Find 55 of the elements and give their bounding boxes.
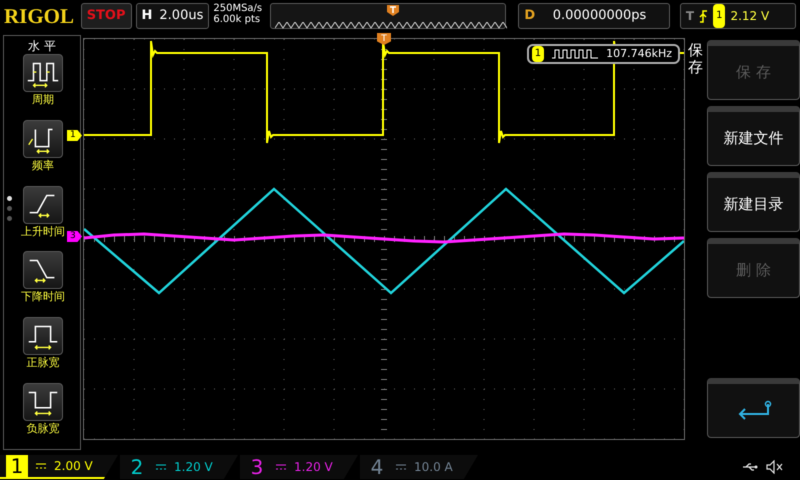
- dc-coupling-icon: [396, 464, 406, 470]
- measure-button[interactable]: [23, 120, 63, 158]
- channel-number: 2: [130, 456, 144, 478]
- channel-scale: 1.20 V: [174, 459, 213, 476]
- usb-icon: [742, 462, 758, 472]
- measure-button[interactable]: [23, 186, 63, 224]
- channel-marker[interactable]: 3: [67, 231, 82, 242]
- dc-coupling-icon: [276, 464, 286, 470]
- measure-button[interactable]: [23, 383, 63, 422]
- menu-label: 上升时间: [21, 224, 65, 240]
- channel-number: 1: [6, 455, 28, 477]
- channel-number: 3: [250, 456, 264, 478]
- trigger-level: 2.12 V: [730, 8, 770, 25]
- channel-tab[interactable]: 2 1.20 V: [120, 455, 238, 479]
- trigger-source-badge: 1: [713, 4, 726, 28]
- menu-label: 频率: [32, 158, 54, 174]
- delay-value: 0.00000000ps: [552, 7, 648, 25]
- sample-rate: 250MSa/s: [213, 3, 264, 14]
- channel-marker[interactable]: 1: [67, 130, 82, 141]
- trigger-box[interactable]: T 1 2.12 V: [680, 3, 796, 29]
- dc-coupling-icon: [36, 463, 46, 469]
- channel-number: 4: [370, 456, 384, 478]
- channel-scale: 10.0 A: [414, 459, 453, 476]
- menu-label: 负脉宽: [26, 421, 60, 438]
- menu-button[interactable]: 新建目录: [707, 172, 800, 232]
- menu-label: 正脉宽: [26, 355, 60, 372]
- measure-button[interactable]: [23, 317, 63, 356]
- menu-label: 下降时间: [21, 289, 65, 306]
- pulse-train-icon: [552, 49, 598, 59]
- trigger-position-icon: [387, 5, 400, 16]
- channel-tab[interactable]: 1 2.00 V: [0, 455, 118, 479]
- measurement-value: 107.746kHz: [606, 46, 672, 62]
- brand-logo: RIGOL: [4, 3, 76, 29]
- dc-coupling-icon: [156, 464, 166, 470]
- measure-button[interactable]: [23, 54, 63, 92]
- channel-scale: 1.20 V: [294, 459, 333, 476]
- rising-edge-icon: [699, 10, 708, 22]
- speaker-muted-icon: [766, 460, 784, 474]
- menu-button[interactable]: 新建文件: [707, 106, 800, 166]
- menu-title: 水 平: [27, 38, 57, 54]
- trigger-label: T: [686, 8, 694, 25]
- channel-badge: 1: [532, 46, 544, 62]
- timebase-value: 2.00us: [159, 7, 204, 25]
- return-button[interactable]: [707, 378, 800, 438]
- delay-box[interactable]: D 0.00000000ps: [518, 3, 670, 29]
- timebase-label: H: [142, 7, 152, 25]
- timebase-box[interactable]: H 2.00us: [136, 3, 210, 29]
- memory-depth: 6.00k pts: [213, 14, 262, 25]
- channel-tab[interactable]: 3 1.20 V: [240, 455, 358, 479]
- menu-title: 保存: [688, 42, 703, 78]
- menu-label: 周期: [32, 92, 54, 108]
- measure-button[interactable]: [23, 251, 63, 290]
- channel-tab[interactable]: 4 10.0 A: [360, 455, 478, 479]
- delay-label: D: [524, 7, 536, 25]
- channel-scale: 2.00 V: [54, 458, 93, 475]
